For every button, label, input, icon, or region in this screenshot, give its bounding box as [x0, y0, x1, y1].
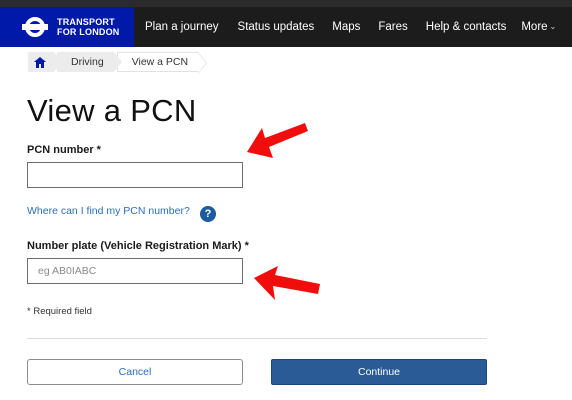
continue-button[interactable]: Continue — [271, 359, 487, 385]
required-field-note: * Required field — [27, 306, 92, 317]
top-strip — [0, 0, 572, 7]
tfl-roundel-icon — [22, 14, 48, 40]
nav-plan-a-journey[interactable]: Plan a journey — [145, 7, 219, 47]
tfl-logo[interactable]: TRANSPORT FOR LONDON — [0, 7, 134, 47]
brand-text: TRANSPORT FOR LONDON — [57, 17, 120, 37]
number-plate-label: Number plate (Vehicle Registration Mark)… — [27, 240, 249, 252]
brand-line-1: TRANSPORT — [57, 17, 115, 27]
chevron-down-icon: ⌄ — [549, 22, 557, 31]
breadcrumb-home[interactable] — [28, 52, 62, 72]
breadcrumb: Driving View a PCN — [28, 52, 208, 74]
pcn-number-label: PCN number * — [27, 144, 101, 156]
breadcrumb-current: View a PCN — [116, 52, 208, 74]
red-arrow-icon — [247, 123, 308, 158]
nav-maps[interactable]: Maps — [332, 7, 360, 47]
top-navigation-bar: TRANSPORT FOR LONDON Plan a journey Stat… — [0, 7, 572, 47]
divider — [27, 338, 487, 339]
breadcrumb-driving[interactable]: Driving — [57, 52, 122, 72]
nav-more[interactable]: More ⌄ — [521, 7, 556, 47]
brand-line-2: FOR LONDON — [57, 27, 120, 37]
page-title: View a PCN — [27, 93, 197, 128]
red-arrow-icon — [254, 266, 320, 300]
home-icon — [34, 56, 46, 68]
number-plate-input[interactable] — [27, 258, 243, 284]
nav-help-and-contacts[interactable]: Help & contacts — [426, 7, 507, 47]
nav-fares[interactable]: Fares — [378, 7, 407, 47]
cancel-button[interactable]: Cancel — [27, 359, 243, 385]
nav-more-label: More — [521, 21, 548, 33]
pcn-number-input[interactable] — [27, 162, 243, 188]
nav-status-updates[interactable]: Status updates — [238, 7, 315, 47]
nav-menu: Plan a journey Status updates Maps Fares… — [134, 7, 556, 47]
pcn-help-link[interactable]: Where can I find my PCN number? — [27, 205, 190, 217]
question-mark-icon[interactable]: ? — [200, 206, 216, 222]
